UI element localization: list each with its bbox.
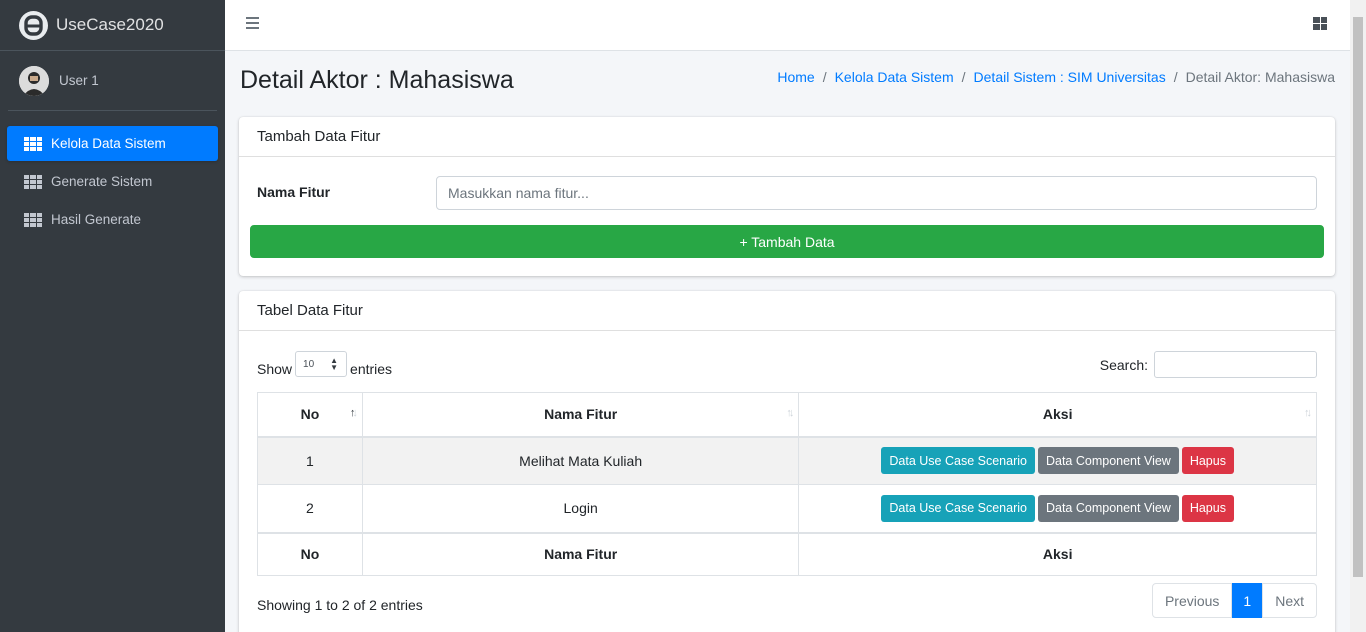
- breadcrumb-kelola-data-sistem[interactable]: Kelola Data Sistem: [835, 69, 954, 85]
- column-footer-no: No: [257, 531, 363, 576]
- feature-table: No ↑↓ Nama Fitur ↑↓ Aksi ↑↓ 1 Melihat Ma…: [257, 392, 1317, 576]
- apps-grid-icon[interactable]: [1313, 17, 1327, 30]
- feature-table-card: Tabel Data Fitur Show 10 ▲ ▼ entries Sear…: [239, 291, 1335, 632]
- sidebar-item-label: Generate Sistem: [51, 174, 153, 189]
- card-title: Tambah Data Fitur: [239, 117, 1335, 157]
- menu-toggle-icon[interactable]: [246, 17, 259, 29]
- show-label: Show: [257, 361, 293, 377]
- search-label: Search:: [1099, 356, 1148, 373]
- column-footer-nama-fitur: Nama Fitur: [361, 531, 800, 576]
- row-actions: Data Use Case Scenario Data Component Vi…: [798, 484, 1317, 533]
- table-info: Showing 1 to 2 of 2 entries: [257, 597, 423, 613]
- entries-value: 10: [303, 358, 315, 370]
- row-feature-name: Melihat Mata Kuliah: [361, 436, 800, 485]
- user-name: User 1: [59, 73, 99, 88]
- sidebar-item-label: Hasil Generate: [51, 212, 142, 227]
- page-1-button[interactable]: 1: [1232, 583, 1263, 618]
- previous-page-button[interactable]: Previous: [1151, 583, 1233, 618]
- sort-icon: ↑↓: [1304, 407, 1312, 419]
- column-header-no[interactable]: No ↑↓: [257, 392, 363, 438]
- search-input[interactable]: [1154, 351, 1317, 378]
- feature-name-label: Nama Fitur: [257, 184, 331, 200]
- sidebar-item-generate-sistem[interactable]: Generate Sistem: [7, 164, 218, 199]
- content-header: Detail Aktor : Mahasiswa Home / Kelola D…: [239, 62, 1335, 102]
- select-arrows-icon: ▲ ▼: [330, 356, 339, 372]
- breadcrumb-separator: /: [822, 69, 827, 85]
- avatar: [19, 65, 49, 96]
- use-case-scenario-button[interactable]: Data Use Case Scenario: [881, 447, 1035, 475]
- entries-select[interactable]: 10 ▲ ▼: [295, 351, 348, 377]
- user-panel[interactable]: User 1: [8, 51, 217, 111]
- delete-button[interactable]: Hapus: [1181, 447, 1234, 475]
- table-controls: Show 10 ▲ ▼ entries Search:: [257, 351, 1317, 378]
- grid-icon: [24, 212, 42, 227]
- column-header-nama-fitur[interactable]: Nama Fitur ↑↓: [361, 392, 800, 438]
- use-case-scenario-button[interactable]: Data Use Case Scenario: [881, 494, 1035, 522]
- page-scrollbar[interactable]: [1350, 0, 1366, 632]
- entries-label: entries: [350, 361, 393, 377]
- grid-icon: [24, 174, 42, 189]
- sidebar-item-kelola-data-sistem[interactable]: Kelola Data Sistem: [7, 126, 218, 161]
- delete-button[interactable]: Hapus: [1181, 494, 1234, 522]
- component-view-button[interactable]: Data Component View: [1037, 494, 1179, 522]
- grid-icon: [24, 136, 42, 151]
- breadcrumb-separator: /: [1173, 69, 1178, 85]
- table-row: 1 Melihat Mata Kuliah Data Use Case Scen…: [257, 436, 1317, 485]
- breadcrumb-separator: /: [961, 69, 966, 85]
- scrollbar-thumb[interactable]: [1353, 17, 1363, 577]
- row-actions: Data Use Case Scenario Data Component Vi…: [798, 436, 1317, 485]
- table-row: 2 Login Data Use Case Scenario Data Comp…: [257, 484, 1317, 533]
- top-navbar: [225, 0, 1350, 51]
- breadcrumb-home[interactable]: Home: [777, 69, 814, 85]
- sort-icon: ↑↓: [786, 407, 794, 419]
- page-title: Detail Aktor : Mahasiswa: [240, 66, 514, 94]
- pagination: Previous 1 Next: [1151, 583, 1317, 618]
- row-number: 2: [257, 484, 363, 533]
- breadcrumb: Home / Kelola Data Sistem / Detail Siste…: [777, 69, 1335, 85]
- sidebar-item-hasil-generate[interactable]: Hasil Generate: [7, 202, 218, 237]
- row-number: 1: [257, 436, 363, 485]
- component-view-button[interactable]: Data Component View: [1037, 447, 1179, 475]
- column-header-aksi[interactable]: Aksi ↑↓: [798, 392, 1317, 438]
- breadcrumb-detail-sistem[interactable]: Detail Sistem : SIM Universitas: [974, 69, 1166, 85]
- sidebar-nav: Kelola Data Sistem Generate Sistem Hasil…: [0, 126, 225, 237]
- add-feature-card: Tambah Data Fitur Nama Fitur + Tambah Da…: [239, 117, 1335, 276]
- breadcrumb-current: Detail Aktor: Mahasiswa: [1185, 69, 1335, 85]
- column-footer-aksi: Aksi: [798, 531, 1317, 576]
- add-data-button[interactable]: + Tambah Data: [250, 225, 1324, 258]
- card-title: Tabel Data Fitur: [239, 291, 1335, 331]
- sort-asc-icon: ↑↓: [349, 407, 358, 419]
- entries-length-control: Show 10 ▲ ▼ entries: [257, 351, 393, 382]
- sidebar: UseCase2020 User 1 Kelola Data Sistem Ge…: [0, 0, 225, 632]
- sidebar-item-label: Kelola Data Sistem: [51, 136, 166, 151]
- table-search: Search:: [1100, 351, 1317, 378]
- next-page-button[interactable]: Next: [1262, 583, 1317, 618]
- row-feature-name: Login: [361, 484, 800, 533]
- feature-name-input[interactable]: [436, 176, 1317, 210]
- brand-name: UseCase2020: [56, 15, 164, 34]
- brand-link[interactable]: UseCase2020: [0, 0, 225, 51]
- brand-logo-icon: [19, 10, 48, 40]
